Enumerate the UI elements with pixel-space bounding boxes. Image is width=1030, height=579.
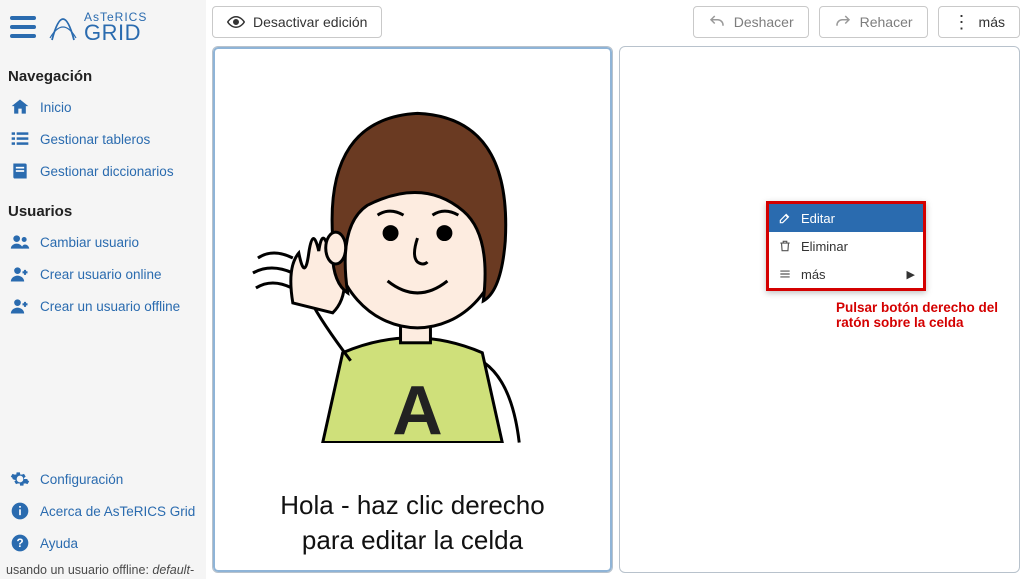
nav-create-offline-label: Crear un usuario offline (40, 299, 180, 314)
nav-settings[interactable]: Configuración (6, 463, 200, 495)
list-icon (8, 129, 32, 149)
cell-image: A (213, 47, 612, 480)
nav-section-bottom: Configuración Acerca de AsTeRICS Grid ? … (6, 463, 200, 579)
sidebar: AsTeRICS GRID Navegación Inicio Gestiona… (0, 0, 206, 579)
nav-create-online[interactable]: Crear usuario online (6, 258, 200, 290)
home-icon (8, 97, 32, 117)
redo-icon (834, 13, 852, 31)
question-icon: ? (8, 533, 32, 553)
chevron-right-icon: ▶ (907, 268, 915, 281)
context-edit-label: Editar (801, 211, 835, 226)
edit-icon (777, 210, 793, 226)
more-bars-icon (777, 266, 793, 282)
nav-home[interactable]: Inicio (6, 91, 200, 123)
context-delete-label: Eliminar (801, 239, 848, 254)
main: Desactivar edición Deshacer Rehacer ⋮ má… (206, 0, 1030, 579)
nav-about[interactable]: Acerca de AsTeRICS Grid (6, 495, 200, 527)
logo-icon (48, 10, 78, 44)
redo-label: Rehacer (860, 14, 913, 30)
nav-manage-boards-label: Gestionar tableros (40, 132, 150, 147)
nav-manage-boards[interactable]: Gestionar tableros (6, 123, 200, 155)
info-icon (8, 501, 32, 521)
nav-switch-user-label: Cambiar usuario (40, 235, 139, 250)
svg-text:A: A (392, 372, 442, 443)
cell-caption: Hola - haz clic derecho para editar la c… (213, 480, 612, 572)
nav-settings-label: Configuración (40, 472, 123, 487)
eye-icon (227, 13, 245, 31)
disable-edit-button[interactable]: Desactivar edición (212, 6, 382, 38)
context-item-more[interactable]: más ▶ (769, 260, 923, 288)
gear-icon (8, 469, 32, 489)
sidebar-header: AsTeRICS GRID (6, 6, 200, 52)
svg-text:?: ? (16, 537, 23, 550)
annotation-text: Pulsar botón derecho del ratón sobre la … (836, 300, 1030, 330)
footer-user: default- (152, 563, 194, 577)
user-plus-offline-icon (8, 296, 32, 316)
nav-heading-navigation: Navegación (6, 62, 200, 91)
toolbar: Desactivar edición Deshacer Rehacer ⋮ má… (212, 6, 1020, 46)
more-label: más (979, 14, 1005, 30)
nav-manage-dicts[interactable]: Gestionar diccionarios (6, 155, 200, 187)
trash-icon (777, 238, 793, 254)
undo-icon (708, 13, 726, 31)
cell-caption-line2: para editar la celda (302, 525, 523, 555)
more-dots-icon: ⋮ (953, 13, 971, 31)
nav-manage-dicts-label: Gestionar diccionarios (40, 164, 174, 179)
nav-help-label: Ayuda (40, 536, 78, 551)
undo-button[interactable]: Deshacer (693, 6, 809, 38)
nav-help[interactable]: ? Ayuda (6, 527, 200, 559)
undo-label: Deshacer (734, 14, 794, 30)
nav-create-offline[interactable]: Crear un usuario offline (6, 290, 200, 322)
grid-cell-1[interactable]: A Hola - haz clic derecho para editar la… (212, 46, 613, 573)
menu-toggle-button[interactable] (10, 16, 36, 38)
nav-switch-user[interactable]: Cambiar usuario (6, 226, 200, 258)
book-icon (8, 161, 32, 181)
nav-heading-users: Usuarios (6, 197, 200, 226)
nav-create-online-label: Crear usuario online (40, 267, 162, 282)
nav-section-users: Usuarios Cambiar usuario Crear usuario o… (6, 197, 200, 322)
disable-edit-label: Desactivar edición (253, 14, 367, 30)
context-item-edit[interactable]: Editar (769, 204, 923, 232)
nav-home-label: Inicio (40, 100, 72, 115)
more-button[interactable]: ⋮ más (938, 6, 1020, 38)
context-more-label: más (801, 267, 826, 282)
users-icon (8, 232, 32, 252)
footer-status: usando un usuario offline: default- (6, 559, 200, 579)
footer-prefix: usando un usuario offline: (6, 563, 152, 577)
context-menu: Editar Eliminar más ▶ (766, 201, 926, 291)
logo-text-line2: GRID (84, 20, 141, 45)
app-logo: AsTeRICS GRID (48, 10, 147, 44)
cell-caption-line1: Hola - haz clic derecho (280, 490, 544, 520)
context-item-delete[interactable]: Eliminar (769, 232, 923, 260)
nav-section-navigation: Navegación Inicio Gestionar tableros Ges… (6, 62, 200, 187)
user-plus-icon (8, 264, 32, 284)
nav-about-label: Acerca de AsTeRICS Grid (40, 504, 195, 519)
redo-button[interactable]: Rehacer (819, 6, 928, 38)
